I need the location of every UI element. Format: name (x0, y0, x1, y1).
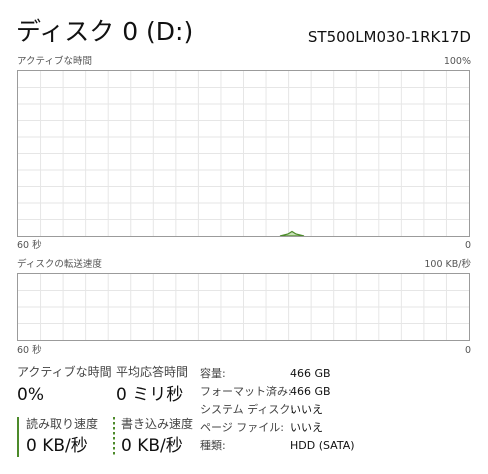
transfer-chart-min: 0 (464, 345, 471, 356)
active-time-chart (17, 70, 470, 237)
formatted-key: フォーマット済み: (200, 385, 292, 398)
avg-response-stat-value: 0 ミリ秒 (116, 385, 184, 405)
active-time-stat-value: 0% (17, 385, 44, 405)
system-disk-value: いいえ (290, 403, 323, 416)
transfer-chart-time: 60 秒 (17, 345, 42, 356)
avg-response-stat-label: 平均応答時間 (116, 365, 189, 379)
type-key: 種類: (200, 439, 226, 452)
active-time-chart-graph (18, 71, 469, 236)
transfer-chart-label: ディスクの転送速度 (17, 259, 102, 270)
disk-performance-panel: ディスク 0 (D:) ST500LM030-1RK17D アクティブな時間 1… (0, 0, 488, 474)
capacity-value: 466 GB (290, 367, 331, 380)
active-time-chart-min: 0 (464, 240, 471, 251)
page-file-key: ページ ファイル: (200, 421, 284, 434)
read-speed-stat-label: 読み取り速度 (26, 417, 99, 431)
transfer-chart-graph (18, 274, 469, 340)
type-value: HDD (SATA) (290, 439, 355, 452)
read-speed-accent (17, 417, 19, 457)
activity-blip (279, 230, 305, 236)
active-time-chart-max: 100% (443, 56, 471, 67)
disk-title: ディスク 0 (D:) (16, 17, 194, 46)
write-speed-accent (113, 417, 115, 457)
system-disk-key: システム ディスク: (200, 403, 295, 416)
formatted-value: 466 GB (290, 385, 331, 398)
transfer-chart (17, 273, 470, 341)
active-time-chart-time: 60 秒 (17, 240, 42, 251)
active-time-chart-label: アクティブな時間 (17, 56, 92, 67)
write-speed-stat-value: 0 KB/秒 (121, 436, 183, 456)
disk-model: ST500LM030-1RK17D (307, 28, 471, 46)
read-speed-stat-value: 0 KB/秒 (26, 436, 88, 456)
capacity-key: 容量: (200, 367, 226, 380)
page-file-value: いいえ (290, 421, 323, 434)
write-speed-stat-label: 書き込み速度 (121, 417, 194, 431)
transfer-chart-max: 100 KB/秒 (424, 259, 471, 270)
active-time-stat-label: アクティブな時間 (17, 365, 112, 379)
